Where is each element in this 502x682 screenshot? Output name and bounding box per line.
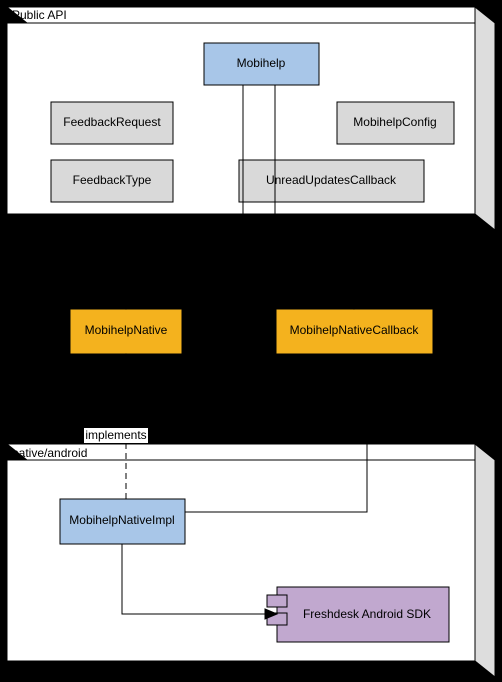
box-feedback-request: FeedbackRequest xyxy=(51,102,173,144)
box-mobihelp-label: Mobihelp xyxy=(237,56,286,70)
box-mobihelp-config: MobihelpConfig xyxy=(337,102,454,144)
box-mobihelp-native: MobihelpNative xyxy=(70,309,182,354)
box-mobihelp-config-label: MobihelpConfig xyxy=(353,115,436,129)
box-freshdesk-sdk: Freshdesk Android SDK xyxy=(267,587,449,642)
package-native-android-title: native/android xyxy=(12,446,87,460)
box-freshdesk-sdk-label: Freshdesk Android SDK xyxy=(303,607,431,621)
box-feedback-request-label: FeedbackRequest xyxy=(63,115,161,129)
architecture-diagram: Public API Mobihelp FeedbackRequest Mobi… xyxy=(0,0,502,682)
box-feedback-type: FeedbackType xyxy=(51,160,173,202)
box-unread-updates-callback-label: UnreadUpdatesCallback xyxy=(266,173,397,187)
box-mobihelp-native-callback-label: MobihelpNativeCallback xyxy=(290,323,420,337)
box-mobihelp-native-label: MobihelpNative xyxy=(85,323,168,337)
box-feedback-type-label: FeedbackType xyxy=(73,173,152,187)
edge-implements-label: implements xyxy=(85,428,146,442)
package-public-api-title: Public API xyxy=(12,8,67,22)
box-mobihelp-native-impl: MobihelpNativeImpl xyxy=(60,499,185,544)
box-mobihelp-native-impl-label: MobihelpNativeImpl xyxy=(69,513,174,527)
box-unread-updates-callback: UnreadUpdatesCallback xyxy=(239,160,424,202)
box-mobihelp: Mobihelp xyxy=(204,43,319,85)
box-mobihelp-native-callback: MobihelpNativeCallback xyxy=(276,309,433,354)
